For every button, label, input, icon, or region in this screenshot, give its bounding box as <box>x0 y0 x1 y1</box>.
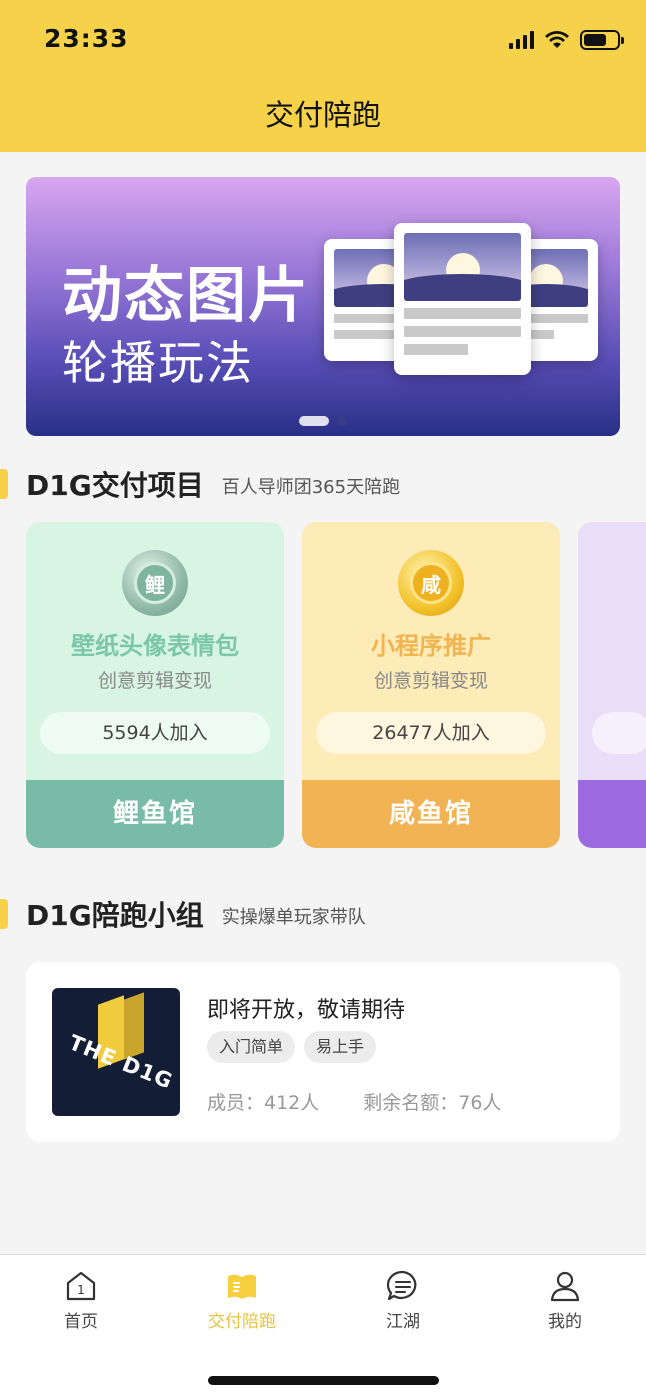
carousel-dot[interactable] <box>337 416 347 426</box>
banner-illustration-card-center <box>394 223 531 375</box>
project-card-partial[interactable] <box>578 522 646 848</box>
home-icon: 1 <box>66 1271 96 1301</box>
section-accent-bar <box>0 469 8 499</box>
carousel-indicator[interactable] <box>26 416 620 426</box>
status-icons <box>509 28 624 52</box>
group-remaining-slots: 剩余名额：76人 <box>363 1092 502 1114</box>
svg-text:1: 1 <box>77 1283 85 1297</box>
groups-section-subtitle: 实操爆单玩家带队 <box>221 907 366 928</box>
group-card[interactable]: THE D1G 即将开放，敬请期待 入门简单 易上手 成员：412人 剩余名额：… <box>26 962 620 1142</box>
tab-home[interactable]: 1 首页 <box>26 1269 136 1332</box>
group-tags: 入门简单 易上手 <box>207 1031 377 1063</box>
join-count-pill[interactable] <box>592 712 646 754</box>
wifi-icon <box>545 31 569 48</box>
group-stats: 成员：412人 剩余名额：76人 <box>207 1088 501 1115</box>
group-tag: 易上手 <box>304 1031 377 1063</box>
project-card-xianyu[interactable]: 咸 小程序推广 创意剪辑变现 26477人加入 咸鱼馆 <box>302 522 560 848</box>
tab-profile[interactable]: 我的 <box>510 1269 620 1332</box>
battery-icon <box>580 30 624 50</box>
project-name: 壁纸头像表情包 <box>71 632 239 660</box>
projects-section-title: D1G交付项目 <box>26 469 204 502</box>
project-description: 创意剪辑变现 <box>97 670 212 692</box>
profile-icon <box>550 1271 580 1302</box>
tab-jianghu[interactable]: 江湖 <box>348 1269 458 1332</box>
project-footer-label[interactable]: 咸鱼馆 <box>302 780 560 848</box>
group-title: 即将开放，敬请期待 <box>207 998 406 1023</box>
group-members: 成员：412人 <box>207 1092 320 1114</box>
groups-section-header: D1G陪跑小组 实操爆单玩家带队 <box>0 894 366 934</box>
join-count-pill[interactable]: 26477人加入 <box>316 712 546 754</box>
join-count-pill[interactable]: 5594人加入 <box>40 712 270 754</box>
home-indicator[interactable] <box>208 1376 439 1385</box>
carp-coin-icon: 鲤 <box>122 550 188 616</box>
project-footer-label[interactable]: 鲤鱼馆 <box>26 780 284 848</box>
status-time: 23:33 <box>44 24 129 53</box>
project-description: 创意剪辑变现 <box>373 670 488 692</box>
banner-subtitle: 轮播玩法 <box>62 336 254 390</box>
group-tag: 入门简单 <box>207 1031 296 1063</box>
promo-banner-carousel[interactable]: 动态图片 轮播玩法 <box>26 177 620 436</box>
page-title: 交付陪跑 <box>264 98 381 132</box>
project-footer-label[interactable] <box>578 780 646 848</box>
salted-fish-coin-icon: 咸 <box>398 550 464 616</box>
book-icon <box>228 1274 256 1299</box>
chat-icon <box>386 1270 417 1301</box>
projects-section-header: D1G交付项目 百人导师团365天陪跑 <box>0 464 400 504</box>
tab-delivery[interactable]: 交付陪跑 <box>187 1269 297 1332</box>
groups-section-title: D1G陪跑小组 <box>26 899 204 932</box>
project-name: 小程序推广 <box>371 632 491 660</box>
top-header: 23:33 交付陪跑 <box>0 0 646 152</box>
carousel-dot-active[interactable] <box>299 416 329 426</box>
group-thumbnail: THE D1G <box>52 988 180 1116</box>
tab-label: 江湖 <box>386 1312 420 1332</box>
tab-label: 我的 <box>548 1312 582 1332</box>
tab-label: 首页 <box>64 1312 98 1332</box>
projects-section-subtitle: 百人导师团365天陪跑 <box>221 477 401 498</box>
tab-label: 交付陪跑 <box>208 1312 276 1332</box>
cellular-signal-icon <box>509 31 534 49</box>
section-accent-bar <box>0 899 8 929</box>
project-card-liyu[interactable]: 鲤 壁纸头像表情包 创意剪辑变现 5594人加入 鲤鱼馆 <box>26 522 284 848</box>
banner-title: 动态图片 <box>62 261 310 331</box>
